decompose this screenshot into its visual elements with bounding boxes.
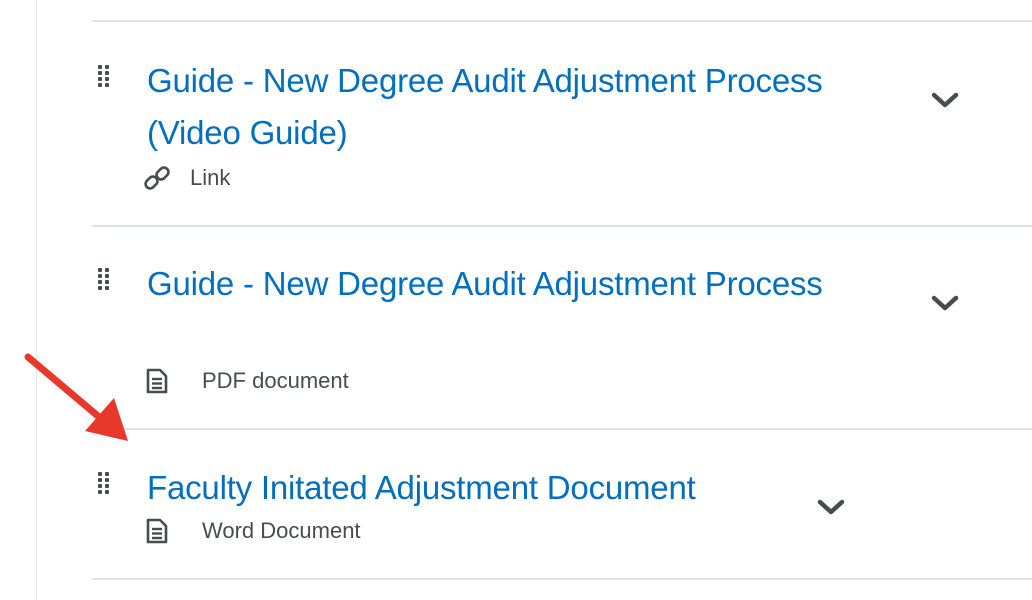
content-item-type: PDF document	[144, 366, 349, 396]
link-icon	[144, 165, 170, 191]
left-panel-border	[0, 0, 37, 600]
content-page: Guide - New Degree Audit Adjustment Proc…	[0, 0, 1032, 600]
drag-handle-icon[interactable]	[98, 65, 110, 87]
content-item-type-label: PDF document	[202, 368, 349, 393]
divider	[92, 578, 1032, 580]
content-item-type-label: Link	[190, 165, 231, 190]
content-item-title-link[interactable]: Guide - New Degree Audit Adjustment Proc…	[147, 55, 827, 159]
chevron-down-icon[interactable]	[816, 497, 846, 517]
chevron-down-icon[interactable]	[930, 90, 960, 110]
divider	[92, 20, 1032, 22]
content-item-type: Link	[144, 163, 230, 193]
chevron-down-icon[interactable]	[930, 293, 960, 313]
divider	[92, 428, 1032, 430]
content-item-title-link[interactable]: Guide - New Degree Audit Adjustment Proc…	[147, 258, 827, 310]
divider	[92, 225, 1032, 227]
content-item-type-label: Word Document	[202, 518, 361, 543]
document-icon	[144, 518, 170, 544]
list-item: Guide - New Degree Audit Adjustment Proc…	[92, 258, 1032, 428]
list-item: Guide - New Degree Audit Adjustment Proc…	[92, 55, 1032, 225]
drag-handle-icon[interactable]	[98, 268, 110, 290]
drag-handle-icon[interactable]	[98, 472, 110, 494]
content-item-type: Word Document	[144, 516, 361, 546]
document-icon	[144, 368, 170, 394]
content-item-title-link[interactable]: Faculty Initated Adjustment Document	[147, 462, 827, 514]
list-item: Faculty Initated Adjustment Document Wor…	[92, 460, 1032, 578]
